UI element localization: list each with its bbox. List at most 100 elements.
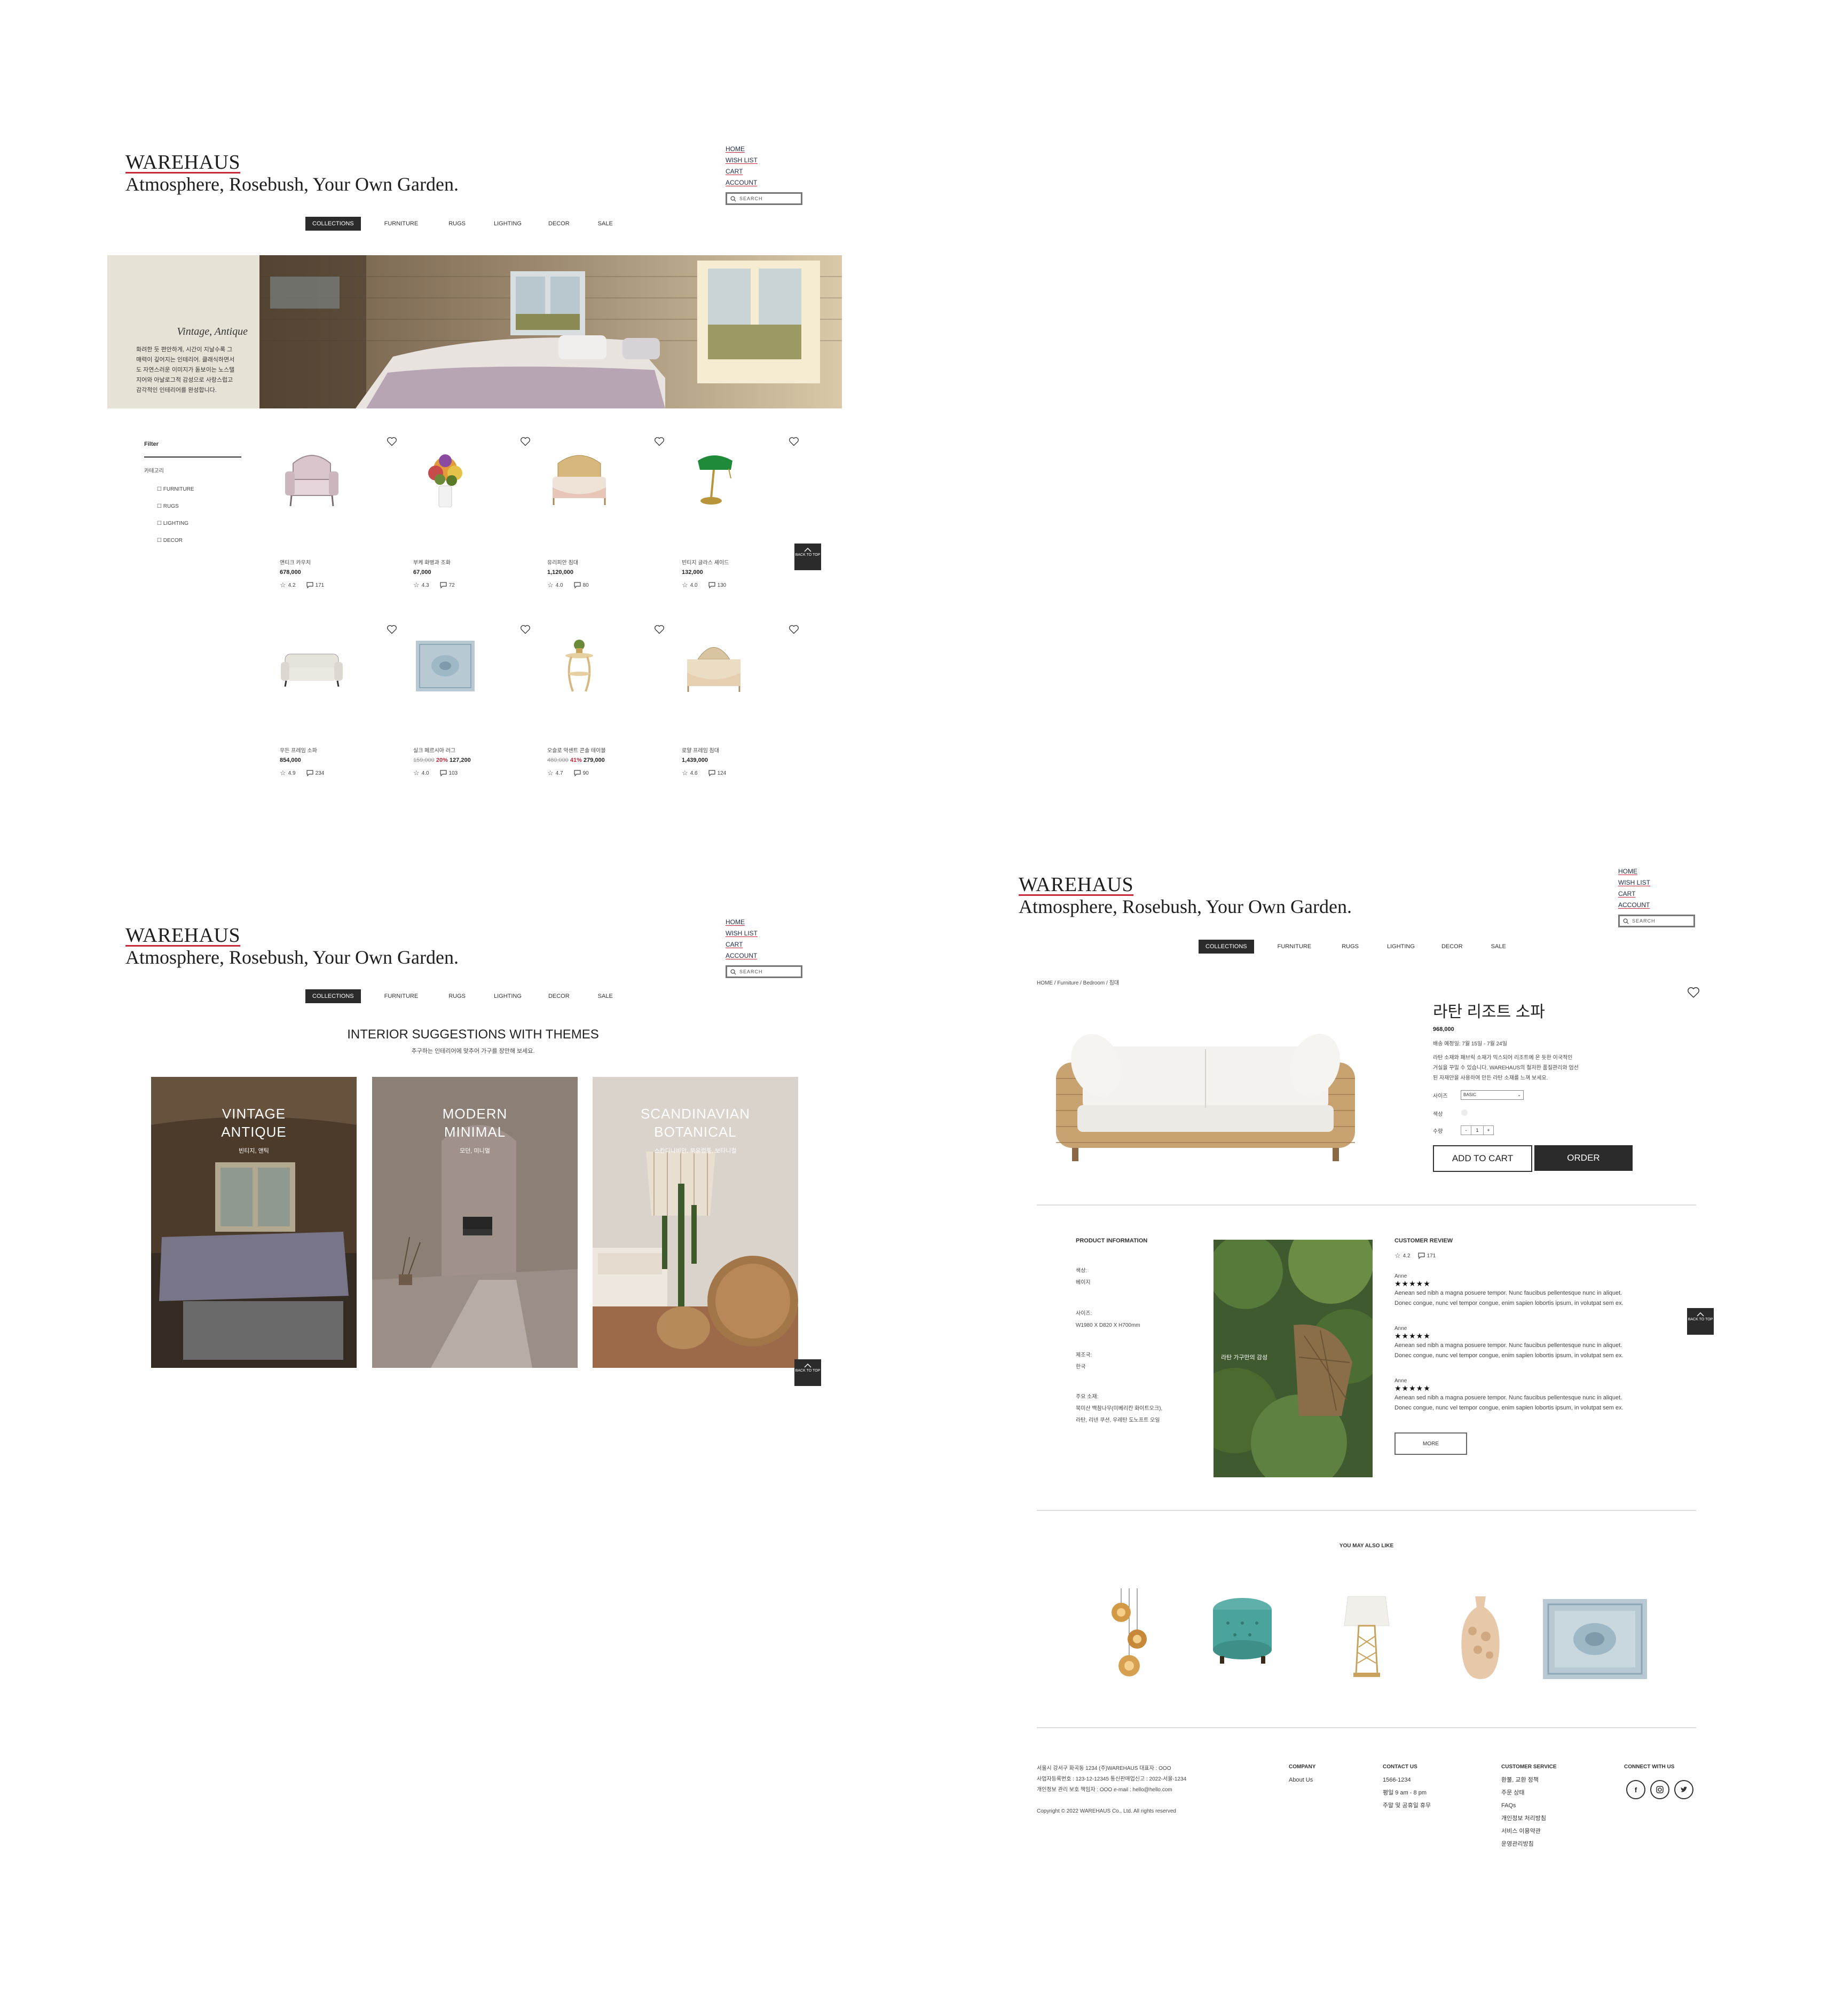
wishlist-heart-icon[interactable] [654,437,665,446]
footer-link[interactable]: About Us [1289,1774,1315,1786]
size-select[interactable]: BASIC ⌄ [1461,1090,1524,1100]
ottoman-icon[interactable] [1212,1596,1273,1666]
theme-title-line: VINTAGE [222,1106,286,1122]
nav-home[interactable]: HOME [1618,866,1650,877]
footer-link[interactable]: 환불, 교환 정책 [1501,1774,1557,1786]
table-lamp-icon[interactable] [1340,1594,1393,1679]
quantity-plus-button[interactable]: + [1483,1125,1494,1135]
menu-furniture[interactable]: FURNITURE [384,993,419,999]
product-card[interactable]: 부케 화병과 조화 67,000 ☆ 4.3 72 [413,437,536,597]
wishlist-heart-icon[interactable] [387,625,397,634]
color-swatch[interactable] [1461,1109,1468,1116]
brand-logo[interactable]: WAREHAUS [125,924,240,947]
product-price: 132,000 [682,569,703,576]
add-to-cart-button[interactable]: ADD TO CART [1433,1145,1532,1172]
nav-account[interactable]: ACCOUNT [1618,900,1650,911]
wishlist-heart-icon[interactable] [789,437,799,446]
back-to-top-button[interactable]: BACK TO TOP [794,1359,821,1386]
brand-logo[interactable]: WAREHAUS [1019,873,1133,896]
review-line: Donec congue, nunc vel tempor congue, en… [1394,1300,1624,1306]
heart-icon[interactable] [1687,987,1700,998]
instagram-icon[interactable] [1650,1780,1669,1799]
twitter-icon[interactable] [1674,1780,1693,1799]
product-card[interactable]: 오슬로 악센트 콘솔 테이블 480,000 41% 279,000 ☆ 4.7 90 [547,625,670,785]
menu-sale[interactable]: SALE [1491,943,1506,950]
menu-rugs[interactable]: RUGS [448,220,466,227]
menu-furniture[interactable]: FURNITURE [384,220,419,227]
nav-account[interactable]: ACCOUNT [726,177,758,188]
main-menu: COLLECTIONS FURNITURE RUGS LIGHTING DECO… [305,989,613,1003]
product-card[interactable]: 앤티크 카우치 678,000 ☆ 4.2 171 [280,437,403,597]
menu-rugs[interactable]: RUGS [1342,943,1359,950]
order-button[interactable]: ORDER [1534,1145,1633,1171]
menu-furniture[interactable]: FURNITURE [1278,943,1312,950]
menu-collections[interactable]: COLLECTIONS [305,217,361,231]
wishlist-heart-icon[interactable] [520,625,531,634]
nav-home[interactable]: HOME [726,917,758,928]
quantity-value[interactable]: 1 [1471,1125,1483,1135]
footer-link[interactable]: 운영관리방침 [1501,1838,1557,1850]
footer-link[interactable]: 개인정보 처리방침 [1501,1812,1557,1825]
wishlist-heart-icon[interactable] [789,625,799,634]
search-input[interactable]: SEARCH [726,965,802,978]
menu-sale[interactable]: SALE [598,993,613,999]
filter-option-lighting[interactable]: ☐ LIGHTING [157,515,194,532]
back-to-top-button[interactable]: BACK TO TOP [1687,1308,1714,1335]
back-to-top-button[interactable]: BACK TO TOP [794,544,821,570]
menu-lighting[interactable]: LIGHTING [494,220,522,227]
menu-collections[interactable]: COLLECTIONS [1199,940,1254,954]
nav-cart[interactable]: CART [726,939,758,950]
nav-wishlist[interactable]: WISH LIST [1618,877,1650,888]
product-card[interactable]: 실크 페르시아 러그 159,000 20% 127,200 ☆ 4.0 103 [413,625,536,785]
footer-link[interactable]: 서비스 이용약관 [1501,1825,1557,1838]
product-card[interactable]: 우든 프레임 소파 854,000 ☆ 4.9 234 [280,625,403,785]
vase-icon[interactable] [1456,1594,1504,1682]
nav-cart[interactable]: CART [1618,888,1650,900]
menu-lighting[interactable]: LIGHTING [1387,943,1415,950]
nav-cart[interactable]: CART [726,166,758,177]
nav-account[interactable]: ACCOUNT [726,950,758,962]
search-input[interactable]: SEARCH [1618,915,1695,927]
search-input[interactable]: SEARCH [726,192,802,205]
footer-link[interactable]: 주문 상태 [1501,1786,1557,1799]
review-author: Anne [1394,1378,1407,1384]
breadcrumb[interactable]: HOME / Furniture / Bedroom / 침대 [1037,978,1119,986]
footer-address-line: 서울시 강서구 화곡동 1234 (주)WAREHAUS 대표자 : OOO [1037,1766,1171,1771]
facebook-icon[interactable]: f [1626,1780,1645,1799]
info-label: 사이즈: [1076,1311,1092,1317]
filter-option-decor[interactable]: ☐ DECOR [157,532,194,549]
nav-wishlist[interactable]: WISH LIST [726,928,758,939]
footer-link[interactable]: FAQs [1501,1799,1557,1812]
menu-decor[interactable]: DECOR [548,993,570,999]
menu-lighting[interactable]: LIGHTING [494,993,522,999]
product-review-count: 80 [582,582,589,588]
menu-collections[interactable]: COLLECTIONS [305,989,361,1003]
theme-card-modern[interactable]: MODERN MINIMAL 모던, 미니멀 [372,1077,578,1368]
filter-option-furniture[interactable]: ☐ FURNITURE [157,481,194,498]
wishlist-heart-icon[interactable] [654,625,665,634]
checkbox-icon: ☐ [157,538,163,544]
menu-rugs[interactable]: RUGS [448,993,466,999]
rug-icon[interactable] [1543,1599,1647,1679]
theme-card-vintage[interactable]: VINTAGE ANTIQUE 빈티지, 앤틱 [151,1077,357,1368]
product-stats: ☆ 4.9 234 [280,769,324,777]
pendant-lights-icon[interactable] [1108,1588,1151,1682]
filter-option-rugs[interactable]: ☐ RUGS [157,498,194,515]
product-card[interactable]: 로얄 프레임 침대 1,439,000 ☆ 4.6 124 [682,625,805,785]
comment-icon [306,770,313,776]
menu-decor[interactable]: DECOR [1441,943,1463,950]
menu-decor[interactable]: DECOR [548,220,570,227]
more-reviews-button[interactable]: MORE [1394,1432,1467,1455]
wishlist-heart-icon[interactable] [520,437,531,446]
theme-card-scandinavian[interactable]: SCANDINAVIAN BOTANICAL 스칸디나비안, 북유럽풍, 보타니… [593,1077,798,1368]
wishlist-heart-icon[interactable] [387,437,397,446]
quantity-minus-button[interactable]: - [1461,1125,1471,1135]
menu-sale[interactable]: SALE [598,220,613,227]
product-card[interactable]: 빈티지 글라스 셰이드 132,000 ☆ 4.0 130 [682,437,805,597]
nav-home[interactable]: HOME [726,144,758,155]
product-card[interactable]: 유리피안 침대 1,120,000 ☆ 4.0 80 [547,437,670,597]
brand-logo[interactable]: WAREHAUS [125,151,240,174]
old-price: 159,000 [413,757,435,763]
nav-wishlist[interactable]: WISH LIST [726,155,758,166]
royal-bed-icon [687,647,740,692]
